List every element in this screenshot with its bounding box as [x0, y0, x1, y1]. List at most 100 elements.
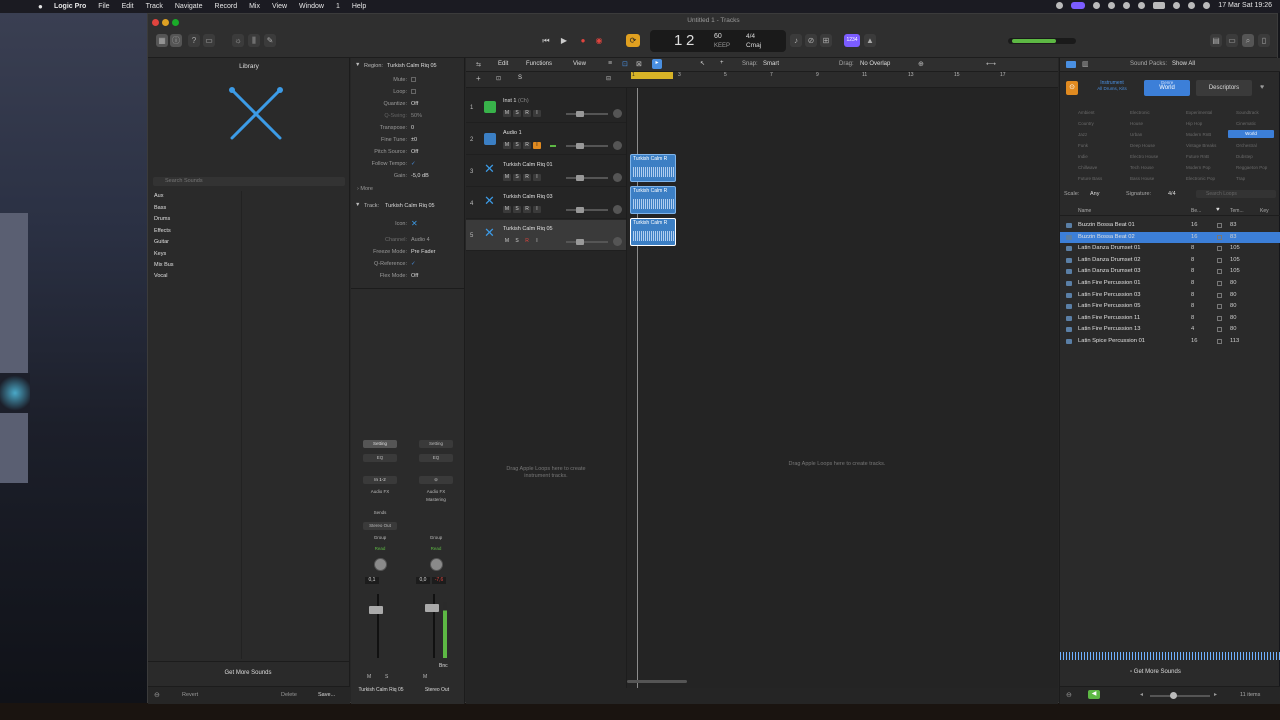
pointer-tool-icon[interactable]: ↖ [700, 60, 705, 67]
automation-read-button[interactable]: Read [363, 545, 397, 553]
status-icon[interactable] [1056, 2, 1064, 9]
track-volume-knob[interactable] [576, 207, 584, 213]
library-category[interactable]: Effects [154, 228, 171, 234]
arrange-area[interactable]: Turkish Calm R Turkish Calm R Turkish Ca… [626, 88, 1058, 688]
genre-keyword[interactable]: Jazz [1078, 132, 1087, 137]
drumsticks-icon[interactable]: ✕ [484, 193, 495, 209]
menu-mix[interactable]: Mix [249, 3, 260, 10]
genre-keyword[interactable]: Experimental [1186, 110, 1212, 115]
edit-menu[interactable]: Edit [498, 61, 508, 67]
menu-file[interactable]: File [98, 3, 109, 10]
setting-button[interactable]: Setting [363, 440, 397, 448]
record-button[interactable]: ● [576, 34, 590, 47]
status-icon[interactable] [1108, 2, 1116, 9]
columns-view-icon[interactable]: ▥ [1082, 60, 1089, 68]
genre-keyword[interactable]: Ambient [1078, 110, 1095, 115]
audio-region[interactable]: Turkish Calm R [630, 218, 676, 246]
catch-icon[interactable]: ▸ [652, 59, 662, 69]
functions-menu[interactable]: Functions [526, 61, 552, 67]
input-monitor-button[interactable]: I [533, 206, 541, 213]
input-monitor-button[interactable]: I [533, 238, 541, 245]
genre-keyword[interactable]: Future Bass [1078, 176, 1102, 181]
library-toggle-button[interactable]: ▦ [156, 34, 168, 47]
loop-row[interactable]: Latin Danza Drumset 03 8 105 [1060, 266, 1280, 278]
preview-volume-knob[interactable] [1170, 692, 1177, 699]
checkbox[interactable] [411, 89, 416, 94]
genre-keyword[interactable]: Electro House [1130, 154, 1158, 159]
pan-knob[interactable] [430, 558, 443, 571]
mute-button[interactable]: M [503, 110, 511, 117]
input-monitor-button[interactable]: I [533, 174, 541, 181]
genre-keyword-selected[interactable]: World [1228, 130, 1274, 138]
apple-icon[interactable]: ● [38, 2, 43, 11]
status-icon[interactable] [1123, 2, 1131, 9]
library-category[interactable]: Drums [154, 216, 170, 222]
genre-keyword[interactable]: Chillwave [1078, 165, 1097, 170]
solo-button[interactable]: S [385, 674, 388, 680]
track-param-flex[interactable]: Flex Mode: Off [351, 273, 465, 283]
tuner-button[interactable]: ♪ [790, 34, 802, 47]
zoom-slider-icon[interactable]: ⟷ [986, 60, 996, 68]
sound-packs-select[interactable]: Show All [1172, 61, 1195, 67]
track-name[interactable]: Inst 1 (Ch) [503, 98, 529, 104]
favorite-checkbox[interactable] [1217, 315, 1222, 321]
browsers-button[interactable]: ▯ [1258, 34, 1270, 47]
mute-button[interactable]: M [503, 238, 511, 245]
solo-button[interactable]: S [513, 206, 521, 213]
favorite-checkbox[interactable] [1217, 339, 1222, 344]
favorites-heart-icon[interactable]: ♥ [1260, 84, 1264, 91]
track-volume-slider[interactable] [566, 241, 608, 243]
bounce-button[interactable]: Bnc [439, 663, 448, 669]
library-category[interactable]: Vocal [154, 273, 167, 279]
track-pan-knob[interactable] [613, 109, 622, 118]
library-category[interactable]: Bass [154, 205, 166, 211]
setting-button[interactable]: Setting [419, 440, 453, 448]
region-param-finetune[interactable]: Fine Tune: ±0 [351, 137, 465, 147]
volume-fader-knob[interactable] [425, 604, 439, 612]
region-param-transpose[interactable]: Transpose: 0 [351, 125, 465, 135]
genre-keyword[interactable]: Bass House [1130, 176, 1154, 181]
loop-row-selected[interactable]: Buzzin Bossa Beat 02 16 83 [1060, 231, 1280, 244]
genre-keyword[interactable]: Orchestral [1236, 143, 1257, 148]
library-category[interactable]: Keys [154, 251, 166, 257]
library-options-icon[interactable]: ⊖ [154, 691, 160, 699]
checkbox[interactable]: ✓ [411, 161, 416, 167]
drumsticks-icon[interactable]: ✕ [484, 161, 495, 177]
drag-select[interactable]: No Overlap [860, 61, 890, 67]
list-editors-button[interactable]: ▤ [1210, 34, 1222, 47]
genre-keyword[interactable]: Reggaeton Pop [1236, 165, 1267, 170]
menu-1[interactable]: 1 [336, 3, 340, 10]
track-volume-knob[interactable] [576, 175, 584, 181]
group-button[interactable]: Group [363, 534, 397, 542]
track-name[interactable]: Audio 1 [503, 130, 522, 136]
library-search-input[interactable]: Search Sounds [153, 177, 345, 186]
param-value[interactable]: Off [411, 273, 418, 279]
column-beats[interactable]: Be... [1191, 208, 1201, 214]
snap-select[interactable]: Smart [763, 61, 779, 67]
favorite-checkbox[interactable] [1217, 304, 1222, 310]
region-param-mute[interactable]: Mute: [351, 77, 465, 87]
param-value[interactable]: 50% [411, 113, 422, 119]
favorite-checkbox[interactable] [1217, 246, 1222, 252]
genre-keyword[interactable]: Cinematic [1236, 121, 1256, 126]
play-button[interactable]: ▶ [556, 34, 572, 47]
track-volume-slider[interactable] [566, 145, 608, 147]
region-param-gain[interactable]: Gain: -5,0 dB [351, 173, 465, 183]
count-in-button[interactable]: ⊞ [820, 34, 832, 47]
group-button[interactable]: Group [419, 534, 453, 542]
audio-fx-slot[interactable]: Audio FX [419, 488, 453, 496]
tab-descriptors[interactable]: Descriptors [1196, 80, 1252, 96]
signature-select[interactable]: 4/4 [1168, 191, 1176, 197]
solo-button[interactable]: S [513, 110, 521, 117]
solo-button[interactable]: S [513, 174, 521, 181]
loop-row[interactable]: Buzzin Bossa Beat 01 16 83 [1060, 220, 1280, 232]
mixer-button[interactable]: ⫼ [248, 34, 260, 47]
sends-slot[interactable]: Sends [363, 509, 397, 517]
audio-region[interactable]: Turkish Calm R [630, 186, 676, 214]
clock[interactable]: 17 Mar Sat 19:26 [1218, 2, 1272, 9]
waveform-zoom-icon[interactable]: ⊕ [918, 60, 924, 68]
tab-instrument[interactable]: Instrument All Drums, Kits [1082, 80, 1142, 96]
genre-keyword[interactable]: Country [1078, 121, 1094, 126]
genre-keyword[interactable]: Soundtrack [1236, 110, 1259, 115]
link-button[interactable]: ⊚ [419, 476, 453, 484]
